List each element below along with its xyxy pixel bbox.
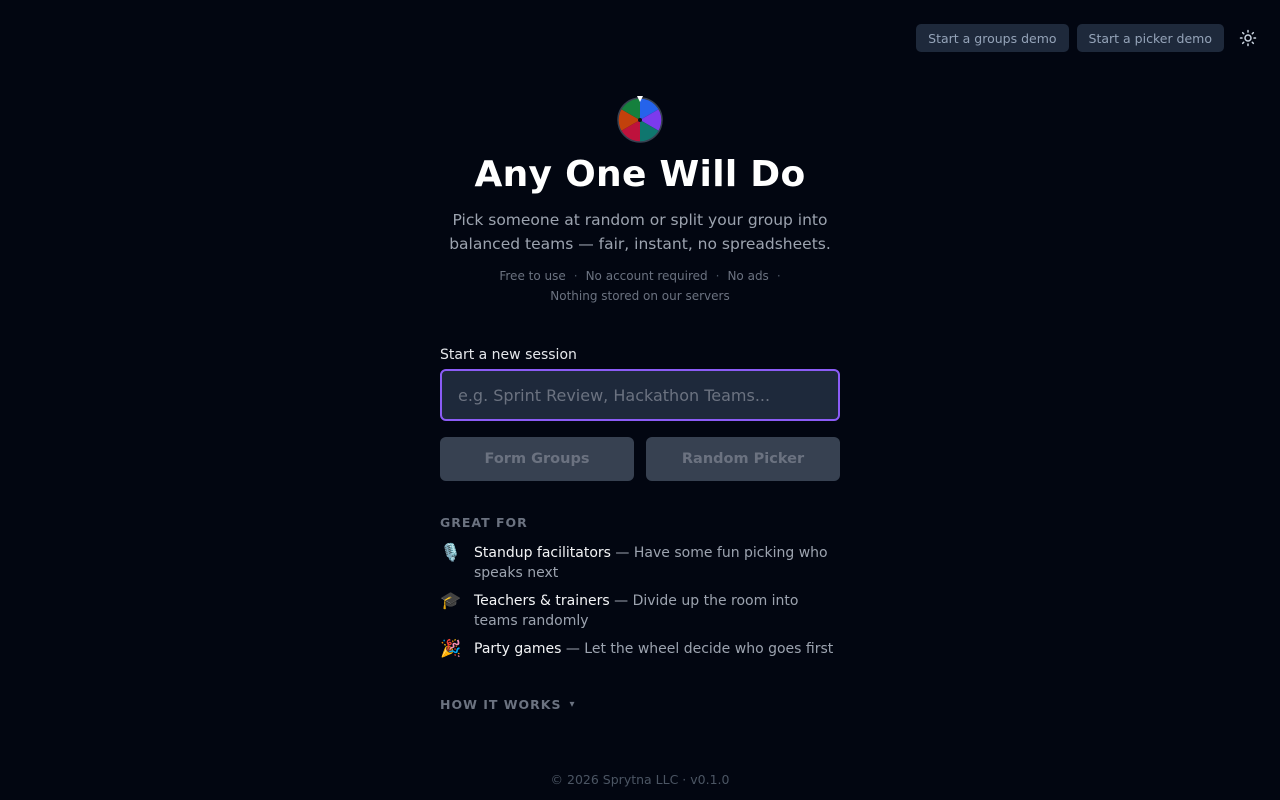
chevron-down-icon: ▾: [569, 699, 576, 710]
feature-item: Free to use: [499, 269, 566, 283]
action-buttons: Form Groups Random Picker: [440, 437, 840, 481]
feature-separator: ·: [573, 269, 578, 283]
random-picker-button[interactable]: Random Picker: [646, 437, 840, 481]
list-item-text: Party games — Let the wheel decide who g…: [474, 639, 833, 659]
top-bar: Start a groups demo Start a picker demo: [916, 24, 1258, 52]
graduation-cap-icon: 🎓: [440, 591, 462, 611]
list-item-desc: — Let the wheel decide who goes first: [561, 641, 834, 657]
feature-item: No account required: [585, 269, 708, 283]
party-popper-icon: 🎉: [440, 639, 462, 659]
how-it-works-label: HOW IT WORKS: [440, 697, 562, 712]
list-item-text: Standup facilitators — Have some fun pic…: [474, 543, 840, 583]
theme-toggle[interactable]: [1238, 28, 1258, 48]
list-item: 🎓 Teachers & trainers — Divide up the ro…: [440, 591, 840, 631]
session-label: Start a new session: [440, 347, 577, 363]
use-case-list: 🎙️ Standup facilitators — Have some fun …: [440, 543, 840, 659]
start-groups-demo-button[interactable]: Start a groups demo: [916, 24, 1069, 52]
feature-separator: ·: [715, 269, 720, 283]
feature-item: Nothing stored on our servers: [550, 289, 730, 303]
microphone-icon: 🎙️: [440, 543, 462, 563]
list-item: 🎉 Party games — Let the wheel decide who…: [440, 639, 840, 659]
sun-icon: [1239, 29, 1257, 47]
form-groups-button[interactable]: Form Groups: [440, 437, 634, 481]
list-item: 🎙️ Standup facilitators — Have some fun …: [440, 543, 840, 583]
list-item-title: Standup facilitators: [474, 545, 611, 561]
list-item-title: Teachers & trainers: [474, 593, 610, 609]
start-picker-demo-button[interactable]: Start a picker demo: [1076, 24, 1224, 52]
logo: [440, 95, 840, 145]
great-for-heading: GREAT FOR: [440, 515, 528, 530]
wheel-logo-icon: [617, 96, 663, 143]
session-name-input[interactable]: [440, 369, 840, 421]
feature-item: No ads: [727, 269, 769, 283]
footer: © 2026 Sprytna LLC · v0.1.0: [550, 772, 730, 787]
wheel-hub: [638, 118, 642, 122]
feature-row: Nothing stored on our servers: [440, 286, 840, 306]
feature-row: Free to use · No account required · No a…: [440, 266, 840, 286]
feature-list: Free to use · No account required · No a…: [440, 266, 840, 306]
how-it-works-toggle[interactable]: HOW IT WORKS ▾: [440, 697, 576, 712]
list-item-text: Teachers & trainers — Divide up the room…: [474, 591, 840, 631]
list-item-title: Party games: [474, 641, 562, 657]
feature-separator: ·: [776, 269, 781, 283]
page-title: Any One Will Do: [474, 154, 806, 195]
page-subtitle: Pick someone at random or split your gro…: [449, 211, 831, 253]
main-content: Any One Will Do Pick someone at random o…: [440, 95, 840, 713]
